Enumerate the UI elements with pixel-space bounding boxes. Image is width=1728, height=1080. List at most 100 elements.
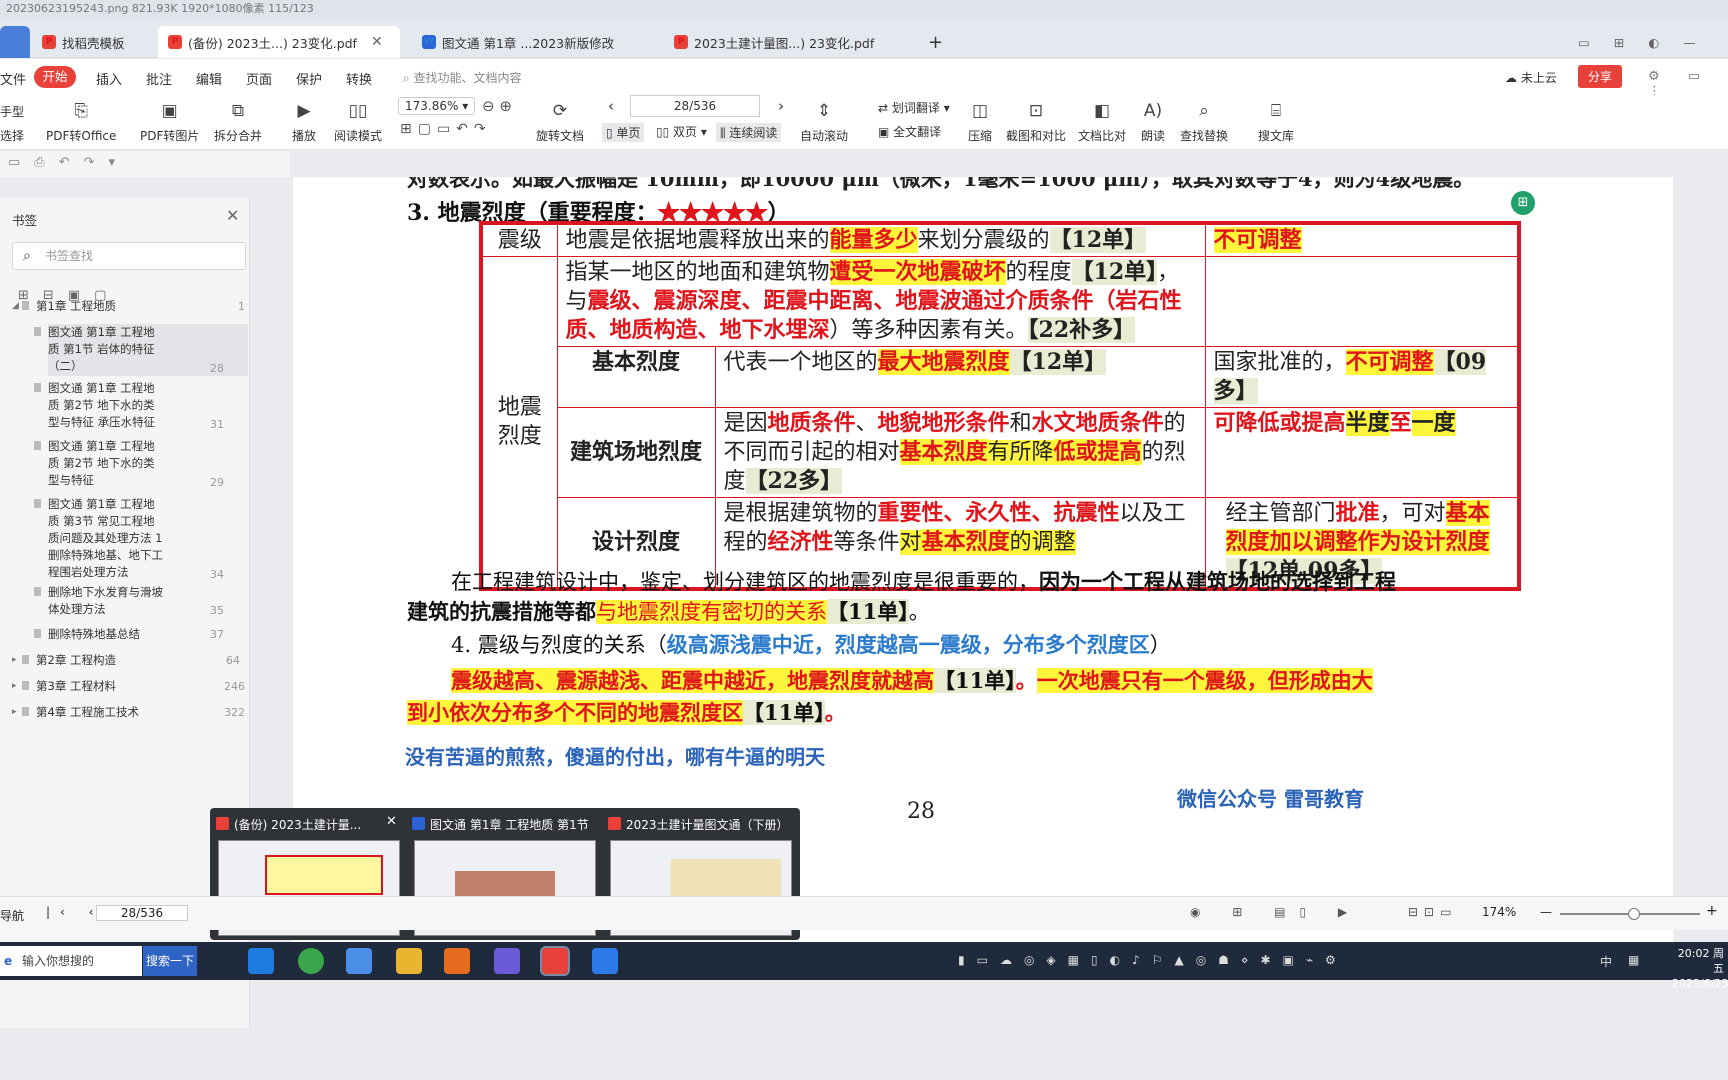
expand-arrow-icon: ▸ [12, 655, 17, 665]
tab-backup-pdf[interactable]: P (备份) 2023土...) 23变化.pdf ✕ [158, 26, 400, 58]
tab-2023-pdf[interactable]: P 2023土建计量图...) 23变化.pdf [664, 26, 884, 58]
next-page-icon[interactable]: › [778, 97, 784, 115]
full-translate-button[interactable]: ▣ 全文翻译 [878, 123, 941, 140]
bookmark-item[interactable]: 图文通 第1章 工程地质 第1节 岩体的特征 （二） 28 [34, 324, 248, 376]
zoom-out-icon[interactable]: ⊖ ⊕ [482, 97, 512, 115]
select-tool[interactable]: 选择 [0, 127, 24, 144]
store-icon[interactable] [444, 948, 470, 974]
menu-annotate[interactable]: 批注 [146, 69, 172, 88]
close-tab-icon[interactable]: ✕ [371, 34, 383, 50]
taskbar-search-button[interactable]: 搜索一下 [143, 946, 197, 976]
tab-label: 图文通 第1章 ...2023新版修改 [442, 35, 615, 51]
pdf-office-icon: ⎘ [74, 101, 88, 121]
tab-template[interactable]: P 找稻壳模板 [32, 26, 152, 58]
taskbar-search-input[interactable]: e 输入你想搜的 [0, 946, 142, 976]
cloud-status[interactable]: ☁ 未上云 [1505, 69, 1557, 86]
cut-text-line: 对数表示。如最大振幅是 10mm，即10000 μm（微米，1毫米=1000 μ… [407, 177, 1475, 191]
annotate-tools[interactable]: ⊞▢▭↶↷ [400, 121, 492, 137]
print-icon[interactable]: ▭⎙↶↷▾ [8, 155, 129, 170]
menu-start[interactable]: 开始 [34, 66, 76, 88]
wps-icon[interactable] [540, 946, 570, 976]
table-tool-icon[interactable]: ⊞ [1511, 191, 1535, 215]
new-tab-icon[interactable]: + [918, 26, 948, 58]
split-icon: ⧉ [231, 101, 245, 121]
tab-home[interactable] [0, 26, 30, 58]
zoom-slider-thumb[interactable] [1628, 908, 1640, 920]
photo-icon[interactable] [494, 948, 520, 974]
menu-file[interactable]: 文件 [0, 69, 26, 88]
bookmark-icon [34, 499, 41, 508]
expand-arrow-icon: ▸ [12, 707, 17, 717]
tool-icon[interactable] [592, 948, 618, 974]
word-icon: W [422, 35, 436, 49]
search-library-button[interactable]: ⌸ 搜文库 [1258, 99, 1294, 144]
bookmark-item[interactable]: 图文通 第1章 工程地质 第2节 地下水的类型与特征 承压水特征 31 [34, 380, 248, 431]
fit-icons[interactable]: ⊟⊡▭ [1408, 905, 1457, 919]
zoom-out-icon[interactable]: — [1540, 905, 1552, 919]
tab-label: (备份) 2023土...) 23变化.pdf [188, 35, 357, 51]
messenger-icon[interactable] [346, 948, 372, 974]
window-controls[interactable]: ▭ ⊞ ◐ — ▢ [1568, 26, 1718, 58]
continuous-read-button[interactable]: ⫼ 连续阅读 [716, 123, 782, 142]
compress-button[interactable]: ◫ 压缩 [968, 99, 992, 144]
menu-convert[interactable]: 转换 [346, 69, 372, 88]
bookmark-item[interactable]: ▸ 第4章 工程施工技术 322 [12, 704, 246, 721]
view-mode-icons[interactable]: ◉ ⊞ ▤▯ ▶ [1190, 905, 1361, 919]
clock[interactable]: 20:02 周五 2023/6/23 [1672, 946, 1728, 991]
close-icon[interactable]: ✕ [386, 814, 397, 829]
split-merge-button[interactable]: ⧉ 拆分合并 [214, 99, 262, 144]
status-zoom[interactable]: 174% [1482, 905, 1516, 919]
bookmark-item[interactable]: ▸ 第2章 工程构造 64 [12, 652, 246, 669]
read-aloud-button[interactable]: A) 朗读 [1141, 99, 1165, 144]
bookmark-item[interactable]: 图文通 第1章 工程地质 第3节 常见工程地质问题及其处理方法 1 删除特殊地基… [34, 496, 248, 581]
nav-label[interactable]: 导航 [0, 907, 24, 924]
word-icon [412, 817, 425, 830]
menu-page[interactable]: 页面 [246, 69, 272, 88]
network-icon[interactable]: ▦ [1628, 953, 1639, 967]
word-translate-button[interactable]: ⇄ 划词翻译 ▾ [878, 99, 950, 116]
book-icon: ▯▯ [348, 101, 368, 121]
single-page-button[interactable]: ▯ 单页 [602, 123, 645, 142]
folder-icon[interactable] [396, 948, 422, 974]
expand-arrow-icon: ▸ [12, 681, 17, 691]
bookmark-item[interactable]: ▸ 第3章 工程材料 246 [12, 678, 246, 695]
find-replace-button[interactable]: ⌕ 查找替换 [1180, 99, 1228, 144]
pdf-to-image-button[interactable]: ▣ PDF转图片 [140, 99, 199, 144]
rotate-button[interactable]: ⟳ 旋转文档 [536, 99, 584, 144]
prev-page-icon[interactable]: ‹ [608, 97, 614, 115]
bookmark-icon [34, 327, 41, 336]
bookmark-item[interactable]: ◢ 第1章 工程地质 1 [12, 298, 246, 315]
read-mode-button[interactable]: ▯▯ 阅读模式 [334, 99, 382, 144]
bookmark-search-input[interactable]: ⌕ 书签查找 [12, 242, 246, 270]
share-button[interactable]: 分享 [1578, 65, 1623, 88]
bookmark-item[interactable]: 删除地下水发育与滑坡体处理方法 35 [34, 584, 248, 618]
screenshot-button[interactable]: ⊡ 截图和对比 [1006, 99, 1066, 144]
os-taskbar: e 输入你想搜的 搜索一下 ▮▭☁◎◈▦▯◐♪⚐▲◎☗⋄✱▣⌁⚙ 中 ▦ 20:0… [0, 942, 1728, 990]
system-tray-icons[interactable]: ▮▭☁◎◈▦▯◐♪⚐▲◎☗⋄✱▣⌁⚙ [958, 953, 1348, 967]
pdf-icon: P [674, 35, 688, 49]
zoom-select[interactable]: 173.86% ▾ [398, 97, 476, 115]
menu-insert[interactable]: 插入 [96, 69, 122, 88]
zoom-slider[interactable] [1560, 908, 1700, 920]
ie-icon[interactable] [248, 948, 274, 974]
pdf-to-office-button[interactable]: ⎘ PDF转Office [46, 99, 116, 144]
ime-indicator[interactable]: 中 [1600, 953, 1612, 970]
page-number-field[interactable]: 28/536 [630, 95, 760, 117]
menu-protect[interactable]: 保护 [296, 69, 322, 88]
tab-tuwentong[interactable]: W 图文通 第1章 ...2023新版修改 [412, 26, 632, 58]
play-button[interactable]: ▶ 播放 [292, 99, 316, 144]
function-search[interactable]: ⌕ 查找功能、文档内容 [403, 69, 522, 86]
zoom-in-icon[interactable]: + [1706, 903, 1718, 919]
bookmark-item[interactable]: 删除特殊地基总结 37 [34, 626, 248, 643]
browser-360-icon[interactable] [298, 948, 324, 974]
status-page-field[interactable]: 28/536 [96, 905, 188, 921]
bookmark-item[interactable]: 图文通 第1章 工程地质 第2节 地下水的类型与特征 29 [34, 438, 248, 489]
status-bar: 导航 |‹ ‹ 28/536 ◉ ⊞ ▤▯ ▶ ⊟⊡▭ 174% — + [0, 896, 1728, 930]
menu-edit[interactable]: 编辑 [196, 69, 222, 88]
double-page-button[interactable]: ▯▯ 双页 ▾ [656, 123, 707, 140]
close-icon[interactable]: ✕ [226, 206, 239, 225]
compare-button[interactable]: ◧ 文档比对 [1078, 99, 1126, 144]
first-page-icon[interactable]: |‹ ‹ [46, 905, 103, 919]
hand-tool[interactable]: 手型 [0, 103, 24, 120]
auto-scroll-button[interactable]: ⇕ 自动滚动 [800, 99, 848, 144]
